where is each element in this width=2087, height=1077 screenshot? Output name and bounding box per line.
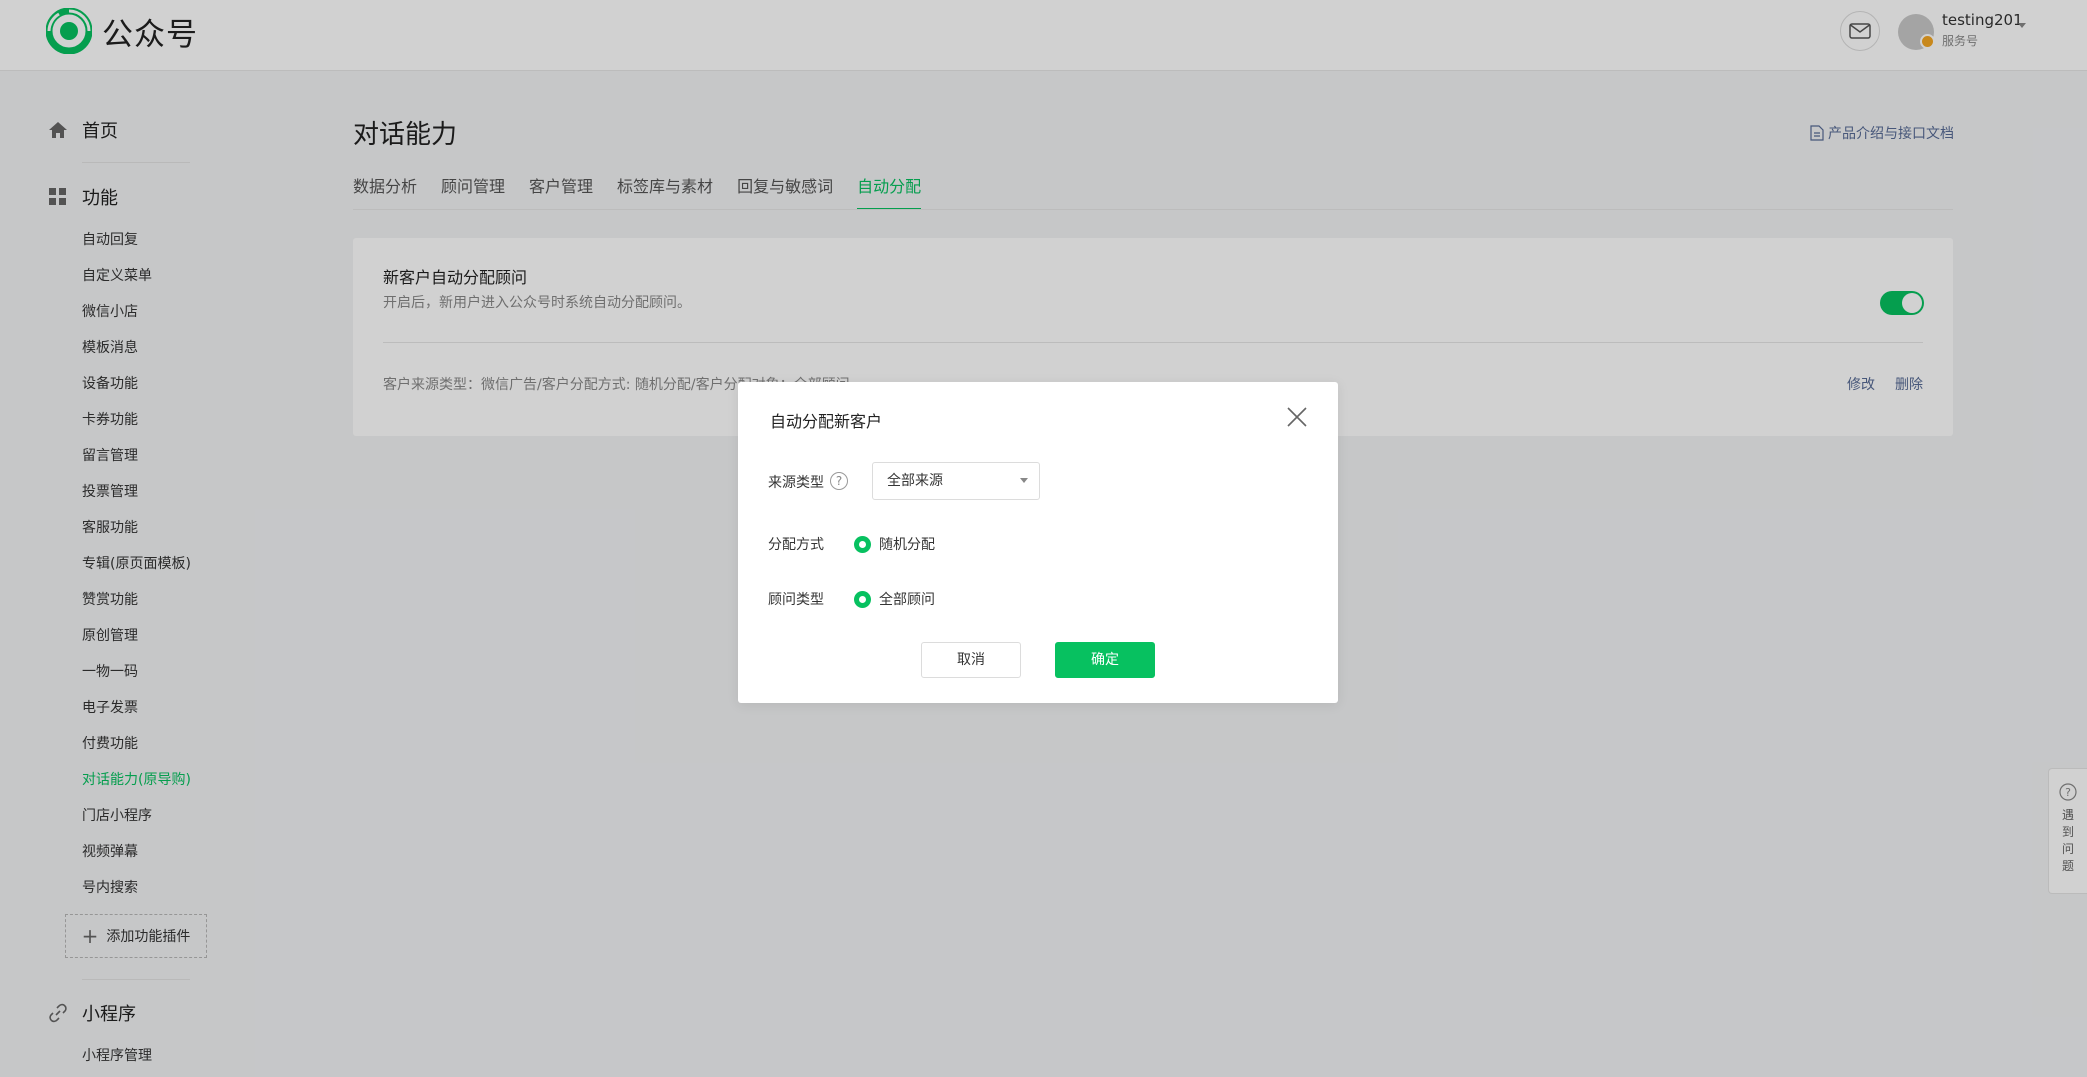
close-icon[interactable] — [1286, 406, 1308, 428]
assign-method-radio[interactable] — [854, 536, 871, 553]
source-type-select[interactable]: 全部来源 — [872, 462, 1040, 500]
confirm-button[interactable]: 确定 — [1055, 642, 1155, 678]
auto-assign-dialog: 自动分配新客户 来源类型 ? 全部来源 分配方式 随机分配 顾问类型 全部顾问 … — [738, 382, 1338, 703]
assign-method-label: 分配方式 — [768, 537, 824, 553]
advisor-type-radio[interactable] — [854, 591, 871, 608]
cancel-button[interactable]: 取消 — [921, 642, 1021, 678]
dialog-title: 自动分配新客户 — [770, 412, 883, 431]
chevron-down-icon — [1020, 478, 1028, 483]
help-icon[interactable]: ? — [830, 472, 848, 490]
advisor-type-value[interactable]: 全部顾问 — [879, 589, 935, 609]
assign-method-value[interactable]: 随机分配 — [879, 534, 935, 554]
source-type-label: 来源类型 — [768, 475, 824, 491]
advisor-type-label: 顾问类型 — [768, 592, 824, 608]
